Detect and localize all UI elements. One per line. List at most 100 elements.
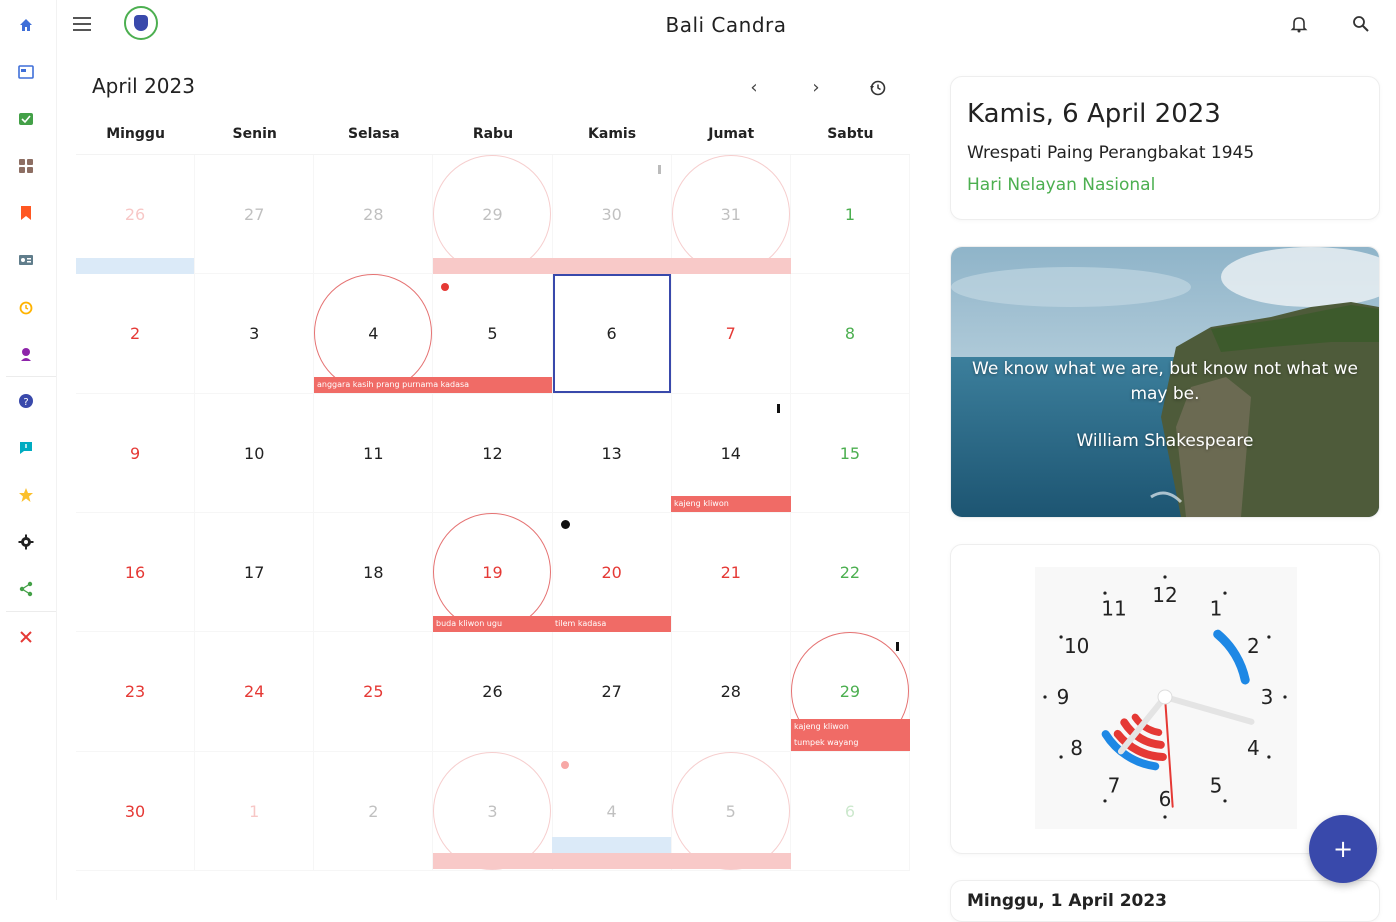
event-bar[interactable]: anggara kasih prang purnama kadasa	[314, 377, 552, 393]
day-number: 16	[124, 563, 146, 582]
calendar-day-cell[interactable]: 2	[314, 751, 434, 871]
calendar-day-cell[interactable]: 18	[314, 513, 434, 633]
calendar-day-cell[interactable]: 30	[552, 155, 672, 275]
clock-center	[1157, 689, 1173, 705]
bell-icon[interactable]	[1289, 14, 1309, 34]
holiday-label: Hari Nelayan Nasional	[967, 175, 1156, 195]
day-number: 10	[244, 443, 265, 463]
id-card-icon[interactable]	[16, 250, 36, 270]
day-number: 15	[839, 443, 861, 463]
month-label: April 2023	[92, 74, 195, 98]
clock-number: 10	[1064, 634, 1089, 658]
selected-date-title: Kamis, 6 April 2023	[967, 99, 1221, 129]
calendar-day-cell[interactable]: 2	[76, 274, 196, 394]
calendar-day-cell[interactable]: 15	[790, 393, 910, 513]
day-number: 27	[244, 205, 265, 224]
calendar-day-cell[interactable]: 19	[433, 513, 553, 633]
calendar-day-cell[interactable]: 28	[314, 155, 434, 275]
clock-number: 3	[1261, 685, 1274, 709]
calendar-day-cell[interactable]: 28	[671, 632, 791, 752]
weekday-label: Selasa	[348, 126, 400, 142]
day-number: 4	[606, 801, 617, 821]
bookmark-icon[interactable]	[16, 203, 36, 223]
event-dot	[561, 761, 569, 769]
selected-date-card: Kamis, 6 April 2023 Wrespati Paing Peran…	[950, 76, 1380, 220]
day-number: 9	[129, 443, 141, 463]
calendar-day-cell[interactable]: 29	[433, 155, 553, 275]
event-bar[interactable]: kajeng kliwon	[671, 496, 791, 512]
event-bar[interactable]	[552, 837, 671, 853]
clock-tick	[1267, 755, 1271, 759]
calendar-day-cell[interactable]: 21	[671, 513, 791, 633]
top-bar: Bali Candra	[56, 0, 1396, 50]
event-bar[interactable]: tilem kadasa	[552, 616, 671, 632]
calendar-day-cell[interactable]: 10	[195, 393, 315, 513]
feedback-icon[interactable]	[16, 438, 36, 458]
alarm-icon[interactable]	[16, 297, 36, 317]
apps-icon[interactable]	[16, 156, 36, 176]
weekday-label: Rabu	[472, 126, 514, 142]
calendar-day-cell[interactable]: 16	[76, 513, 196, 633]
calendar-day-cell[interactable]: 23	[76, 632, 196, 752]
next-month-button[interactable]: ›	[806, 78, 826, 98]
clock-tick	[1059, 755, 1063, 759]
day-number: 20	[601, 563, 622, 582]
calendar-day-cell[interactable]: 27	[195, 155, 315, 275]
event-bar[interactable]	[76, 258, 194, 274]
dashboard-icon[interactable]	[16, 62, 36, 82]
calendar-day-cell[interactable]: 24	[195, 632, 315, 752]
prev-month-button[interactable]: ‹	[744, 78, 764, 98]
add-event-button[interactable]: +	[1309, 815, 1377, 883]
event-bar[interactable]: buda kliwon ugu	[433, 616, 552, 632]
day-number: 6	[606, 324, 617, 344]
history-icon[interactable]	[868, 78, 888, 98]
clock-number: 5	[1210, 773, 1223, 797]
calendar-day-cell[interactable]: 31	[671, 155, 791, 275]
star-icon[interactable]	[16, 485, 36, 505]
weekday-label: Jumat	[708, 126, 755, 142]
day-number: 2	[129, 324, 141, 344]
calendar-day-cell[interactable]: 3	[195, 274, 315, 394]
close-icon[interactable]	[16, 627, 36, 647]
sidebar-divider	[6, 611, 56, 612]
calendar-day-cell[interactable]: 13	[552, 393, 672, 513]
search-icon[interactable]	[1351, 14, 1371, 34]
day-number: 18	[363, 563, 384, 582]
calendar-check-icon[interactable]	[16, 109, 36, 129]
help-icon[interactable]: ?	[16, 391, 36, 411]
day-number: 5	[487, 324, 498, 344]
calendar-day-cell[interactable]: 9	[76, 393, 196, 513]
day-number: 14	[720, 443, 741, 463]
calendar-day-cell[interactable]: 8	[790, 274, 910, 394]
event-bar[interactable]	[433, 853, 791, 869]
share-icon[interactable]	[16, 579, 36, 599]
settings-icon[interactable]	[16, 532, 36, 552]
calendar-day-cell[interactable]: 4	[314, 274, 434, 394]
day-number: 4	[368, 324, 379, 344]
clock-number: 6	[1159, 787, 1172, 811]
event-bar[interactable]: kajeng kliwon tumpek wayang	[791, 719, 910, 751]
calendar-day-cell[interactable]: 26	[433, 632, 553, 752]
calendar-day-cell[interactable]: 1	[195, 751, 315, 871]
weekday-label: Kamis	[588, 126, 637, 142]
calendar-day-cell[interactable]: 22	[790, 513, 910, 633]
calendar-day-cell[interactable]: 11	[314, 393, 434, 513]
calendar-day-cell[interactable]: 12	[433, 393, 553, 513]
calendar-day-cell[interactable]: 17	[195, 513, 315, 633]
calendar-grid: 6 5 4 3 2 1 30 29 28 27 26 25 24 23 22 21 20 19 18 17 16 15 14…	[76, 154, 910, 871]
calendar-day-cell[interactable]: 7	[671, 274, 791, 394]
calendar-day-cell[interactable]: 30	[76, 751, 196, 871]
calendar-day-cell[interactable]: 27	[552, 632, 672, 752]
calendar-day-cell[interactable]: 6	[552, 274, 672, 394]
sidebar-divider	[6, 376, 56, 377]
home-icon[interactable]	[16, 15, 36, 35]
event-bar[interactable]	[433, 258, 791, 274]
weekday-header: Minggu Senin Selasa Rabu Kamis Jumat Sab…	[76, 126, 910, 142]
calendar-day-cell[interactable]: 6	[790, 751, 910, 871]
user-pin-icon[interactable]	[16, 344, 36, 364]
calendar-day-cell[interactable]: 26	[76, 155, 196, 275]
calendar-day-cell[interactable]: 25	[314, 632, 434, 752]
calendar-day-cell[interactable]: 5	[433, 274, 553, 394]
calendar-day-cell[interactable]: 1	[790, 155, 910, 275]
calendar-day-cell[interactable]: 20	[552, 513, 672, 633]
